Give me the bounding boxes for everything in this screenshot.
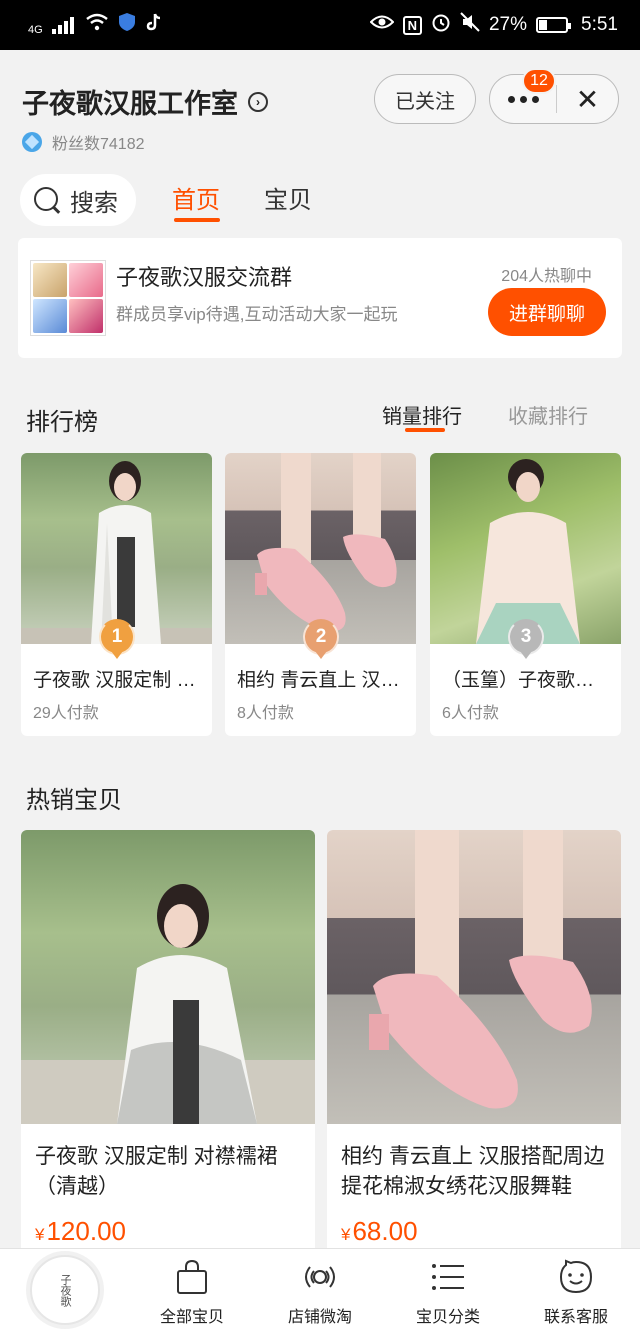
search-button[interactable]: 搜索 [20,174,136,226]
group-title: 子夜歌汉服交流群 [116,265,293,290]
product-card[interactable]: 相约 青云直上 汉服搭配周边提花棉淑女绣花汉服舞鞋 ¥68.00 [327,830,621,1250]
product-name: 相约 青云直上 汉服搭配周边提花棉淑女绣花汉服舞鞋 [341,1145,605,1198]
ranking-item[interactable]: 3 （玉篁）子夜歌汉服 6人付款 [430,453,621,736]
battery-percent: 27% [488,14,528,35]
tab-favorites-ranking[interactable]: 收藏排行 [508,400,588,429]
tab-items[interactable]: 宝贝 [264,180,312,215]
ranking-tab-indicator [405,428,445,432]
currency-symbol: ¥ [35,1225,45,1244]
shop-logo[interactable]: 子夜歌 [30,1255,100,1325]
product-image [225,453,416,644]
ranking-item[interactable]: 2 相约 青云直上 汉服搭配周边 8人付款 [225,453,416,736]
tab-home-indicator [174,218,220,222]
nav-customer-service[interactable]: 联系客服 [516,1257,636,1327]
status-bar: 4G N 27% 5:51 [0,0,640,50]
nav-label: 店铺微淘 [287,1309,352,1326]
product-image [21,453,212,644]
product-name: 子夜歌 汉服定制 对襟襦裙 [33,670,201,691]
rank-medal: 3 [508,619,544,659]
fans-count: 粉丝数74182 [52,136,145,153]
shield-icon [118,12,136,38]
signal-label: 4G [28,24,43,36]
sold-count: 29人付款 [33,705,99,722]
product-name: （玉篁）子夜歌汉服 [442,670,610,691]
product-price: ¥68.00 [341,1216,418,1247]
group-subtitle: 群成员享vip待遇,互动活动大家一起玩 [116,305,398,324]
service-icon [516,1257,636,1297]
nfc-icon: N [402,15,422,35]
sold-count: 8人付款 [237,705,294,722]
broadcast-icon [260,1257,380,1297]
nav-label: 联系客服 [543,1309,608,1326]
price-value: 120.00 [46,1216,126,1246]
follow-button[interactable]: 已关注 [374,74,476,124]
wifi-icon [85,13,109,37]
close-icon[interactable]: ✕ [557,83,618,116]
price-value: 68.00 [352,1216,418,1246]
ranking-item[interactable]: 1 子夜歌 汉服定制 对襟襦裙 29人付款 [21,453,212,736]
shop-name: 子夜歌汉服工作室 [22,89,238,119]
sold-count: 6人付款 [442,705,499,722]
product-card[interactable]: 子夜歌 汉服定制 对襟襦裙（清越） ¥120.00 [21,830,315,1250]
shopping-bag-icon [132,1257,252,1297]
fans-row: 粉丝数74182 [22,130,145,154]
product-image [327,830,621,1124]
notification-badge: 12 [522,68,556,94]
tab-home[interactable]: 首页 [172,180,220,215]
product-name: 相约 青云直上 汉服搭配周边 [237,670,405,691]
group-hot-count: 204人热聊中 [501,268,592,285]
alarm-icon [431,12,451,38]
currency-symbol: ¥ [341,1225,351,1244]
ranking-title: 排行榜 [26,409,98,436]
nav-all-items[interactable]: 全部宝贝 [132,1257,252,1327]
tiktok-icon [145,12,163,38]
rank-medal: 1 [99,619,135,659]
product-image [21,830,315,1124]
product-image [430,453,621,644]
search-label: 搜索 [70,189,118,217]
nav-label: 全部宝贝 [159,1309,224,1326]
nav-shop-feed[interactable]: 店铺微淘 [260,1257,380,1327]
search-icon [32,185,62,215]
diamond-icon [22,132,42,152]
eye-icon [369,14,395,36]
signal-icon [51,16,76,34]
hot-products-title: 热销宝贝 [26,787,122,814]
bottom-nav: 子夜歌 全部宝贝 店铺微淘 宝贝分类 联系客服 [0,1248,640,1330]
product-name: 子夜歌 汉服定制 对襟襦裙（清越） [35,1145,278,1198]
group-avatar [30,260,106,336]
shop-name-link[interactable]: 子夜歌汉服工作室 › [22,82,268,121]
shop-header: 子夜歌汉服工作室 › 粉丝数74182 已关注 ✕ 12 搜索 首页 宝贝 [0,50,640,230]
list-icon [388,1257,508,1297]
clock: 5:51 [581,14,618,35]
nav-categories[interactable]: 宝贝分类 [388,1257,508,1327]
product-price: ¥120.00 [35,1216,126,1247]
rank-medal: 2 [303,619,339,659]
join-group-button[interactable]: 进群聊聊 [488,288,606,336]
mute-icon [460,12,480,38]
group-chat-card[interactable]: 子夜歌汉服交流群 群成员享vip待遇,互动活动大家一起玩 204人热聊中 进群聊… [18,238,622,358]
tab-sales-ranking[interactable]: 销量排行 [382,400,462,429]
chevron-right-icon: › [248,91,268,112]
nav-label: 宝贝分类 [415,1309,480,1326]
battery-icon [536,17,572,33]
